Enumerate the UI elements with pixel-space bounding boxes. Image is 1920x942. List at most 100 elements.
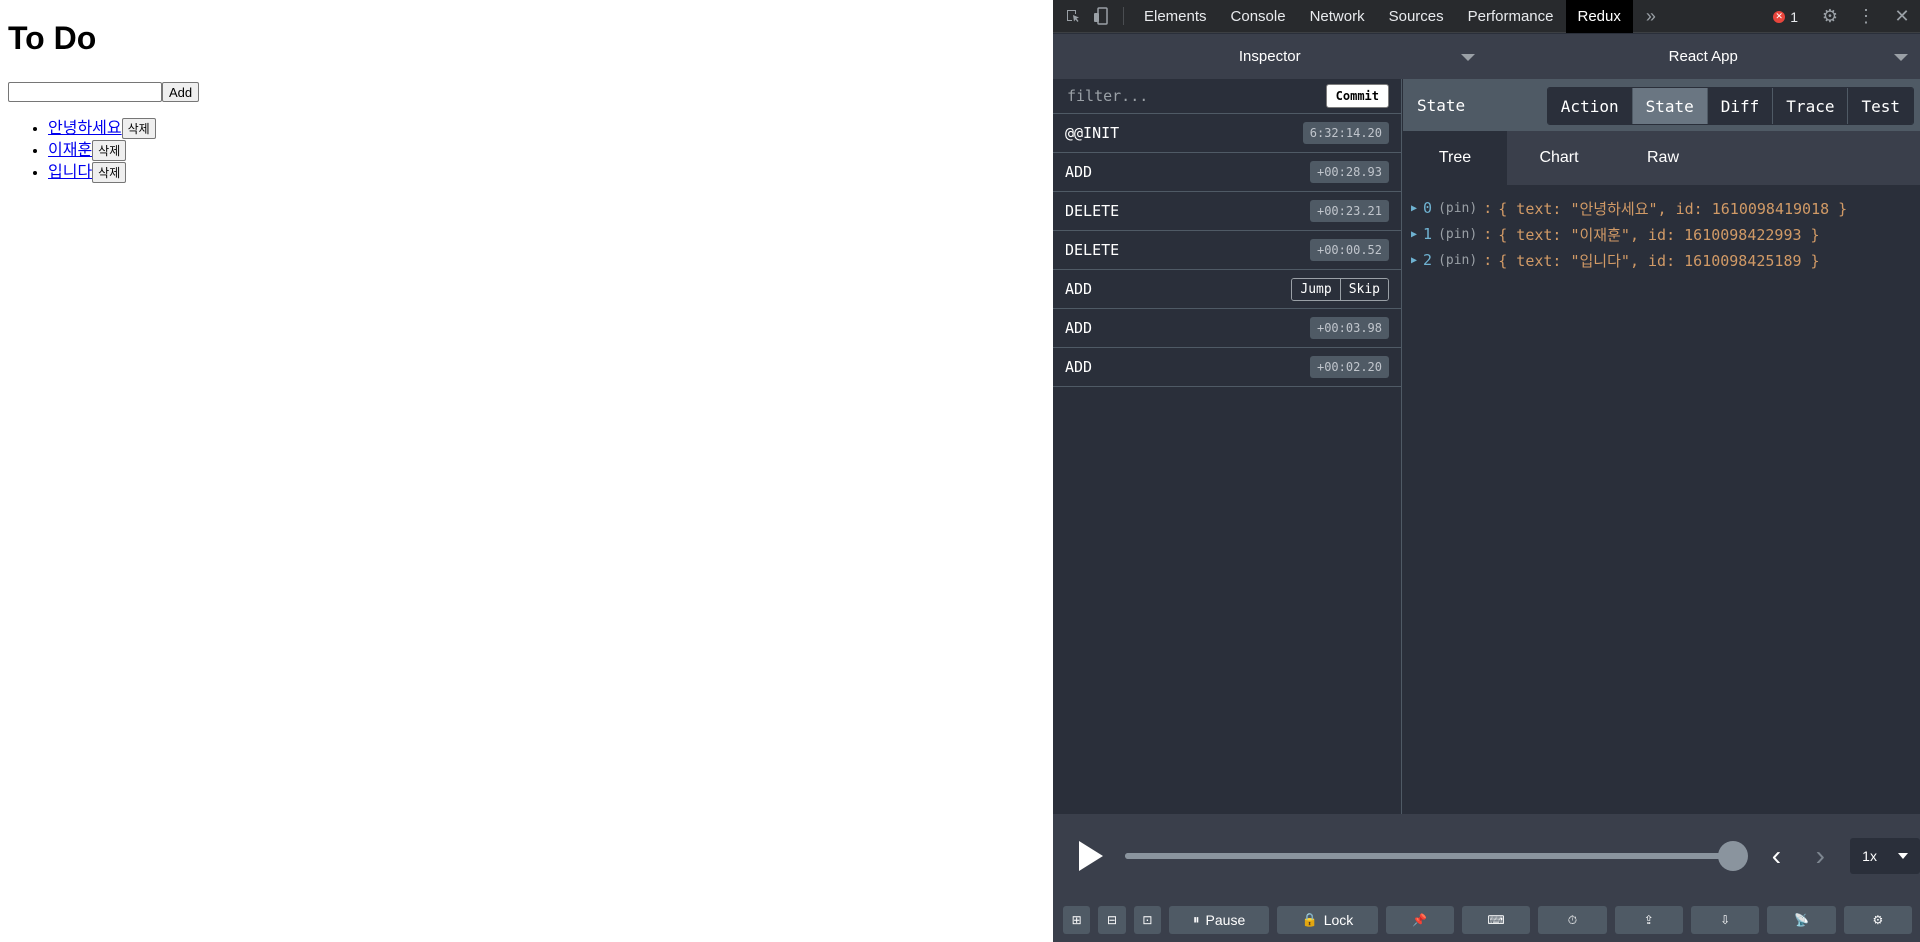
- action-item[interactable]: ADD +00:03.98: [1053, 309, 1401, 348]
- tree-node[interactable]: ▶ 1 (pin) : { text: "이재훈", id: 161009842…: [1411, 221, 1912, 247]
- bottom-toolbar: ⊞ ⊟ ⊡ ⏸ Pause 🔒 Lock 📌 ⌨ ⏱ ⇪ ⇩ 📡 ⚙: [1053, 898, 1920, 942]
- chevron-down-icon: [1898, 853, 1908, 859]
- import-icon[interactable]: ⇪: [1614, 906, 1683, 934]
- expand-arrow-icon[interactable]: ▶: [1411, 229, 1417, 240]
- action-item[interactable]: @@INIT 6:32:14.20: [1053, 114, 1401, 153]
- action-time: +00:02.20: [1309, 356, 1389, 378]
- tab-test[interactable]: Test: [1847, 88, 1913, 124]
- inspector-monitor-icon[interactable]: ⊟: [1098, 906, 1126, 934]
- action-item[interactable]: ADD Jump Skip: [1053, 270, 1401, 309]
- lock-label: Lock: [1323, 912, 1354, 928]
- action-item[interactable]: DELETE +00:23.21: [1053, 192, 1401, 231]
- pin-label[interactable]: (pin): [1438, 227, 1477, 242]
- commit-button[interactable]: Commit: [1325, 84, 1389, 108]
- state-pane: State Action State Diff Trace Test Tree …: [1403, 79, 1920, 814]
- state-title: State: [1417, 95, 1466, 115]
- tab-state[interactable]: State: [1631, 88, 1707, 124]
- pin-icon[interactable]: 📌: [1385, 906, 1454, 934]
- tab-network[interactable]: Network: [1298, 0, 1377, 33]
- action-type: ADD: [1065, 319, 1093, 337]
- keyboard-icon[interactable]: ⌨: [1461, 906, 1531, 934]
- tree-node[interactable]: ▶ 0 (pin) : { text: "안녕하세요", id: 1610098…: [1411, 195, 1912, 221]
- device-toolbar-icon[interactable]: [1087, 0, 1115, 33]
- action-type: DELETE: [1065, 241, 1120, 259]
- instance-select-value: React App: [1668, 48, 1738, 65]
- pin-label[interactable]: (pin): [1438, 253, 1477, 268]
- speed-select[interactable]: 1x: [1850, 838, 1920, 874]
- chevron-down-icon: [1460, 54, 1475, 61]
- log-monitor-icon[interactable]: ⊞: [1063, 906, 1091, 934]
- todo-link[interactable]: 이재훈: [48, 142, 92, 159]
- chart-monitor-icon[interactable]: ⊡: [1133, 906, 1162, 934]
- chevron-down-icon: [1894, 54, 1908, 61]
- tab-raw[interactable]: Raw: [1611, 131, 1715, 185]
- settings-icon[interactable]: ⚙: [1843, 906, 1913, 934]
- state-header: State Action State Diff Trace Test: [1403, 79, 1920, 131]
- tree-key: 2: [1423, 251, 1433, 269]
- expand-arrow-icon[interactable]: ▶: [1411, 255, 1417, 266]
- tab-console[interactable]: Console: [1219, 0, 1298, 33]
- filter-input[interactable]: [1065, 86, 1326, 106]
- jump-button[interactable]: Jump: [1292, 278, 1340, 300]
- state-tabs: Action State Diff Trace Test: [1546, 87, 1914, 125]
- instance-select[interactable]: React App: [1487, 34, 1920, 79]
- more-options-icon[interactable]: ⋮: [1848, 0, 1884, 33]
- delete-button[interactable]: 삭제: [92, 162, 127, 183]
- more-tabs-icon[interactable]: »: [1633, 0, 1669, 33]
- slider-bar: ‹ › 1x: [1053, 814, 1920, 898]
- add-button[interactable]: Add: [162, 82, 200, 102]
- devtools-panel: Elements Console Network Sources Perform…: [1053, 0, 1920, 942]
- inspect-element-icon[interactable]: [1059, 0, 1087, 33]
- action-item[interactable]: ADD +00:28.93: [1053, 153, 1401, 192]
- todo-link[interactable]: 입니다: [48, 164, 92, 181]
- devtools-tabbar: Elements Console Network Sources Perform…: [1053, 0, 1920, 33]
- slider-fill: [1124, 853, 1733, 859]
- remote-icon[interactable]: 📡: [1767, 906, 1836, 934]
- action-time: 6:32:14.20: [1302, 122, 1389, 144]
- action-time: +00:23.21: [1309, 200, 1389, 222]
- delete-button[interactable]: 삭제: [121, 118, 156, 139]
- persist-icon[interactable]: ⏱: [1538, 906, 1607, 934]
- error-counter[interactable]: ✕ 1: [1773, 9, 1798, 25]
- action-item[interactable]: DELETE +00:00.52: [1053, 231, 1401, 270]
- close-icon[interactable]: ✕: [1884, 0, 1920, 33]
- app-page: To Do Add 안녕하세요삭제 이재훈삭제 입니다삭제: [0, 0, 1053, 942]
- monitor-select[interactable]: Inspector: [1053, 34, 1487, 79]
- tree-value: { text: "안녕하세요", id: 1610098419018 }: [1498, 199, 1848, 218]
- slider-thumb[interactable]: [1717, 841, 1748, 871]
- todo-input[interactable]: [8, 82, 162, 102]
- pause-button[interactable]: ⏸ Pause: [1169, 906, 1270, 934]
- action-time: +00:28.93: [1309, 161, 1389, 183]
- pin-label[interactable]: (pin): [1438, 201, 1477, 216]
- action-item[interactable]: ADD +00:02.20: [1053, 348, 1401, 387]
- lock-button[interactable]: 🔒 Lock: [1277, 906, 1378, 934]
- skip-button[interactable]: Skip: [1339, 278, 1388, 300]
- speed-value: 1x: [1862, 848, 1877, 864]
- action-list: Commit @@INIT 6:32:14.20 ADD +00:28.93 D…: [1053, 79, 1402, 814]
- tab-sources[interactable]: Sources: [1377, 0, 1456, 33]
- export-icon[interactable]: ⇩: [1690, 906, 1760, 934]
- tab-elements[interactable]: Elements: [1132, 0, 1219, 33]
- tab-trace[interactable]: Trace: [1772, 88, 1848, 124]
- tab-chart[interactable]: Chart: [1507, 131, 1611, 185]
- tab-action[interactable]: Action: [1547, 88, 1632, 124]
- expand-arrow-icon[interactable]: ▶: [1411, 203, 1417, 214]
- tree-node[interactable]: ▶ 2 (pin) : { text: "입니다", id: 161009842…: [1411, 247, 1912, 273]
- play-button[interactable]: [1071, 841, 1111, 871]
- chevron-left-icon[interactable]: ‹: [1755, 840, 1799, 872]
- delete-button[interactable]: 삭제: [92, 140, 127, 161]
- timeline-slider[interactable]: [1124, 841, 1748, 871]
- devtools-right-controls: ✕ 1 ⚙ ⋮ ✕: [1773, 0, 1920, 33]
- tab-redux[interactable]: Redux: [1565, 0, 1633, 33]
- monitor-bar: Inspector React App: [1053, 34, 1920, 79]
- tab-performance[interactable]: Performance: [1456, 0, 1566, 33]
- tab-diff[interactable]: Diff: [1706, 88, 1773, 124]
- tab-tree[interactable]: Tree: [1403, 131, 1507, 185]
- tree-colon: :: [1483, 199, 1493, 217]
- view-tabs: Tree Chart Raw: [1403, 131, 1920, 185]
- chevron-right-icon[interactable]: ›: [1798, 840, 1842, 872]
- settings-gear-icon[interactable]: ⚙: [1812, 0, 1848, 33]
- filter-row: Commit: [1053, 79, 1401, 114]
- todo-link[interactable]: 안녕하세요: [48, 120, 122, 137]
- todo-item: 입니다삭제: [48, 162, 156, 184]
